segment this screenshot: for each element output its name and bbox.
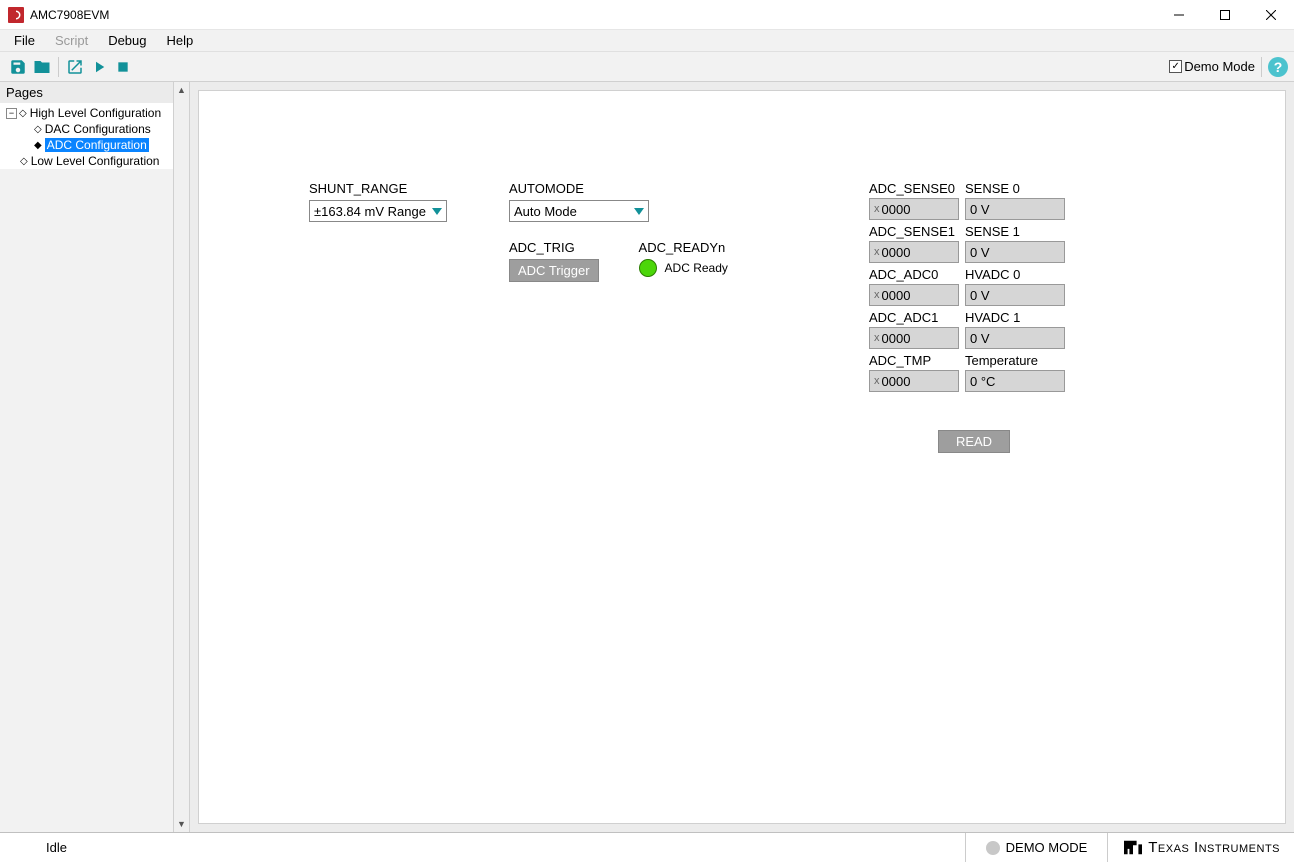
scroll-up-icon[interactable]: ▲: [174, 82, 189, 98]
diamond-icon: ◇: [34, 124, 42, 135]
tree-label: Low Level Configuration: [31, 154, 160, 168]
window-close-button[interactable]: [1248, 0, 1294, 30]
adc-readyn-label: ADC_READYn: [639, 240, 728, 255]
diamond-icon: ◇: [19, 108, 27, 119]
menu-debug[interactable]: Debug: [98, 30, 156, 51]
register-human-label: HVADC 0: [965, 267, 1065, 284]
register-label: ADC_SENSE0: [869, 181, 959, 198]
menu-script: Script: [45, 30, 98, 51]
content-area: SHUNT_RANGE ±163.84 mV Range AUTOMODE Au…: [190, 82, 1294, 832]
app-icon: [8, 7, 24, 23]
register-human-value: 0 V: [965, 284, 1065, 306]
sidebar: Pages − ◇ High Level Configuration ◇ DAC…: [0, 82, 190, 832]
demo-mode-label: Demo Mode: [1184, 59, 1255, 74]
register-human-label: HVADC 1: [965, 310, 1065, 327]
tree-item-high-level[interactable]: − ◇ High Level Configuration: [6, 105, 173, 121]
read-button[interactable]: READ: [938, 430, 1010, 453]
register-label: ADC_ADC0: [869, 267, 959, 284]
adc-configuration-panel: SHUNT_RANGE ±163.84 mV Range AUTOMODE Au…: [198, 90, 1286, 824]
stop-button[interactable]: [111, 55, 135, 79]
adc-ready-text: ADC Ready: [665, 261, 728, 275]
tree-item-dac-config[interactable]: ◇ DAC Configurations: [6, 121, 173, 137]
ti-logo: Texas Instruments: [1108, 833, 1294, 862]
checkbox-checked-icon: ✓: [1169, 60, 1182, 73]
help-button[interactable]: ?: [1268, 57, 1288, 77]
register-label: ADC_ADC1: [869, 310, 959, 327]
popout-button[interactable]: [63, 55, 87, 79]
open-folder-button[interactable]: [30, 55, 54, 79]
register-hex-value[interactable]: x0000: [869, 241, 959, 263]
diamond-icon: ◇: [20, 156, 28, 167]
statusbar: Idle DEMO MODE Texas Instruments: [0, 832, 1294, 862]
chevron-down-icon: [634, 208, 644, 215]
register-hex-value[interactable]: x0000: [869, 370, 959, 392]
connection-indicator: DEMO MODE: [966, 833, 1108, 862]
play-button[interactable]: [87, 55, 111, 79]
automode-dropdown[interactable]: Auto Mode: [509, 200, 649, 222]
register-human-value: 0 V: [965, 198, 1065, 220]
register-human-label: SENSE 1: [965, 224, 1065, 241]
window-maximize-button[interactable]: [1202, 0, 1248, 30]
adc-trigger-button[interactable]: ADC Trigger: [509, 259, 599, 282]
shunt-range-value: ±163.84 mV Range: [314, 204, 426, 219]
automode-label: AUTOMODE: [509, 181, 809, 196]
menu-file[interactable]: File: [4, 30, 45, 51]
tree-collapse-icon[interactable]: −: [6, 108, 17, 119]
demo-mode-checkbox[interactable]: ✓ Demo Mode: [1169, 59, 1255, 74]
register-hex-value[interactable]: x0000: [869, 327, 959, 349]
status-text: Idle: [0, 840, 67, 855]
sidebar-header: Pages: [0, 82, 173, 103]
sidebar-scrollbar[interactable]: ▲ ▼: [173, 82, 189, 832]
register-human-value: 0 V: [965, 241, 1065, 263]
toolbar: ✓ Demo Mode ?: [0, 52, 1294, 82]
shunt-range-dropdown[interactable]: ±163.84 mV Range: [309, 200, 447, 222]
tree-label: DAC Configurations: [45, 122, 151, 136]
tree-item-low-level[interactable]: ◇ Low Level Configuration: [6, 153, 173, 169]
menu-help[interactable]: Help: [157, 30, 204, 51]
register-hex-value[interactable]: x0000: [869, 198, 959, 220]
register-human-value: 0 °C: [965, 370, 1065, 392]
tree-item-adc-config[interactable]: ◆ ADC Configuration: [6, 137, 173, 153]
automode-value: Auto Mode: [514, 204, 577, 219]
register-label: ADC_SENSE1: [869, 224, 959, 241]
register-human-value: 0 V: [965, 327, 1065, 349]
ti-brand-text: Texas Instruments: [1148, 839, 1280, 856]
shunt-range-label: SHUNT_RANGE: [309, 181, 449, 196]
tree-label: ADC Configuration: [45, 138, 149, 152]
register-human-label: Temperature: [965, 353, 1065, 370]
connection-dot-icon: [986, 841, 1000, 855]
chevron-down-icon: [432, 208, 442, 215]
tree: − ◇ High Level Configuration ◇ DAC Confi…: [0, 103, 173, 169]
menubar: File Script Debug Help: [0, 30, 1294, 52]
register-label: ADC_TMP: [869, 353, 959, 370]
save-button[interactable]: [6, 55, 30, 79]
toolbar-separator: [58, 57, 59, 77]
tree-label: High Level Configuration: [30, 106, 161, 120]
window-title: AMC7908EVM: [30, 8, 109, 22]
titlebar: AMC7908EVM: [0, 0, 1294, 30]
register-grid: ADC_SENSE0 SENSE 0 x0000 0 V ADC_SENSE1 SENSE…: [869, 181, 1079, 396]
window-minimize-button[interactable]: [1156, 0, 1202, 30]
diamond-filled-icon: ◆: [34, 140, 42, 151]
ti-bug-icon: [1122, 839, 1144, 857]
adc-ready-led-icon: [639, 259, 657, 277]
toolbar-separator: [1261, 57, 1262, 77]
register-hex-value[interactable]: x0000: [869, 284, 959, 306]
scroll-down-icon[interactable]: ▼: [174, 816, 189, 832]
adc-trig-label: ADC_TRIG: [509, 240, 599, 255]
register-human-label: SENSE 0: [965, 181, 1065, 198]
connection-mode-text: DEMO MODE: [1006, 840, 1088, 855]
